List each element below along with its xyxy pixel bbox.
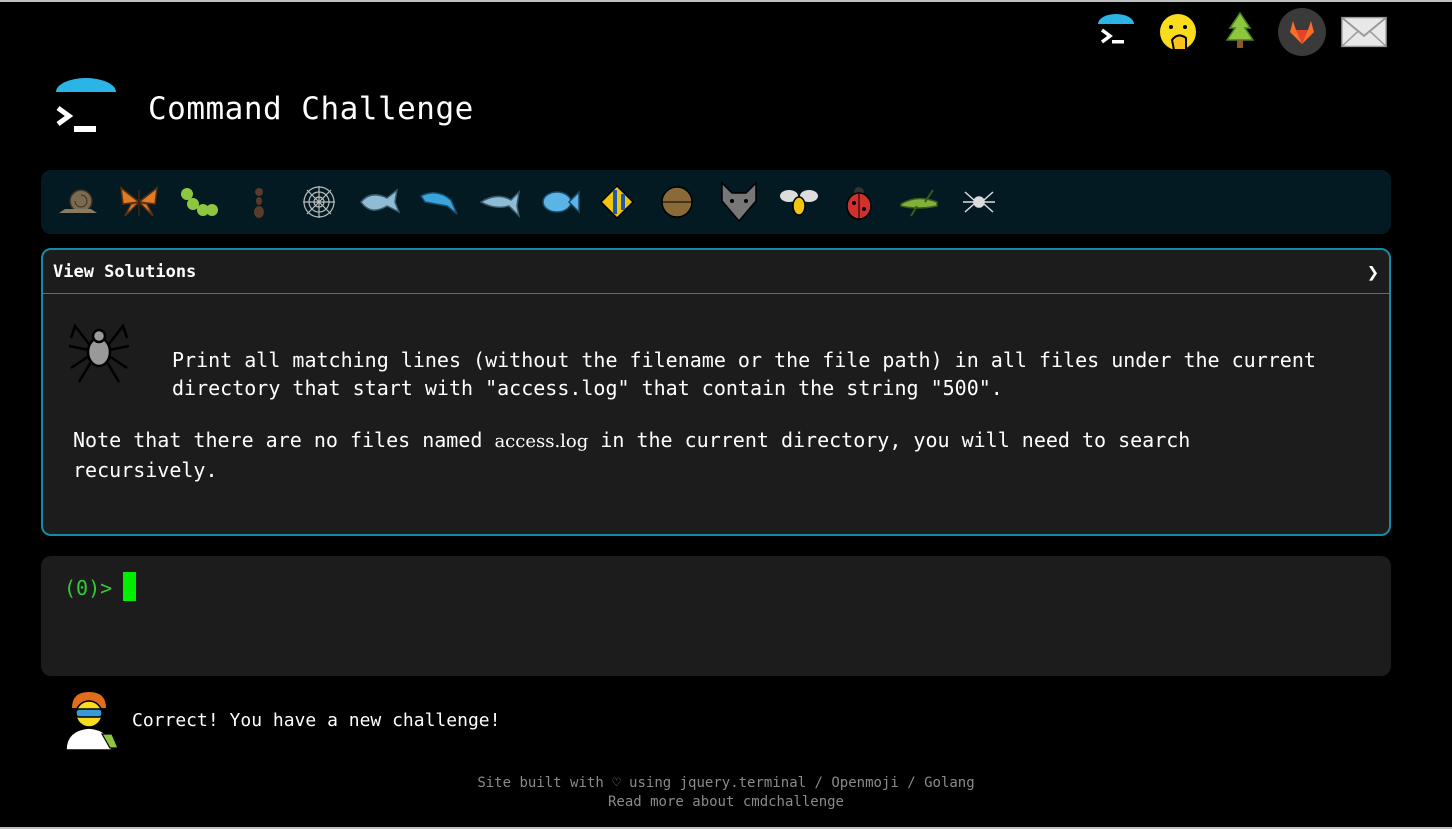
brand-header: Command Challenge: [52, 76, 474, 142]
caterpillar-icon[interactable]: [169, 174, 229, 230]
cricket-icon[interactable]: [889, 174, 949, 230]
christmas-tree-icon[interactable]: [1216, 8, 1264, 56]
status-text: Correct! You have a new challenge!: [132, 709, 501, 731]
note-code: access.log: [494, 431, 589, 452]
challenge-progress-bar: [41, 170, 1391, 234]
terminal-prompt: (0)>: [64, 576, 113, 600]
openmoji-link[interactable]: Openmoji: [831, 775, 898, 791]
footer-separator: /: [806, 775, 832, 791]
butterfly-icon[interactable]: [109, 174, 169, 230]
footer-line-1: Site built with ♡ using jquery.terminal …: [0, 774, 1452, 793]
view-solutions-label: View Solutions: [53, 261, 197, 282]
golang-link[interactable]: Golang: [924, 775, 975, 791]
jquery-terminal-link[interactable]: jquery.terminal: [680, 775, 806, 791]
blowfish-icon[interactable]: [649, 174, 709, 230]
footer-line-2: Read more about cmdchallenge: [0, 793, 1452, 812]
terminal-icon[interactable]: [1092, 8, 1140, 56]
snail-icon[interactable]: [49, 174, 109, 230]
footer-credit-text: Site built with ♡ using: [477, 775, 680, 791]
face-with-hand-over-mouth-icon[interactable]: [1154, 8, 1202, 56]
footer-separator: /: [898, 775, 925, 791]
tropical-fish-icon[interactable]: [589, 174, 649, 230]
terminal-cursor: [123, 572, 136, 601]
shark-icon[interactable]: [469, 174, 529, 230]
terminal-logo-icon[interactable]: [52, 76, 118, 142]
about-link[interactable]: cmdchallenge: [743, 794, 844, 810]
spider-icon[interactable]: [949, 174, 1009, 230]
fish-icon[interactable]: [529, 174, 589, 230]
challenge-description: Print all matching lines (without the fi…: [172, 348, 1316, 400]
dolphin-icon[interactable]: [409, 174, 469, 230]
envelope-icon[interactable]: [1340, 8, 1388, 56]
terminal-input[interactable]: (0)>: [41, 556, 1391, 676]
spider-web-icon[interactable]: [289, 174, 349, 230]
challenge-panel: View Solutions ❯ Print all matching line…: [41, 248, 1391, 536]
spider-icon: [67, 316, 131, 386]
view-solutions-toggle[interactable]: View Solutions ❯: [43, 250, 1389, 294]
gitlab-icon[interactable]: [1278, 8, 1326, 56]
status-message: Correct! You have a new challenge!: [58, 688, 500, 752]
scientist-avatar-icon: [58, 688, 120, 752]
challenge-note: Note that there are no files named acces…: [73, 426, 1313, 484]
page-title: Command Challenge: [148, 91, 474, 127]
note-text-start: Note that there are no files named: [73, 428, 495, 452]
ant-icon[interactable]: [229, 174, 289, 230]
footer-about-text: Read more about: [607, 794, 743, 810]
chevron-right-icon: ❯: [1366, 259, 1379, 284]
honeybee-icon[interactable]: [769, 174, 829, 230]
ladybug-icon[interactable]: [829, 174, 889, 230]
whale-icon[interactable]: [349, 174, 409, 230]
top-nav: [1092, 8, 1388, 56]
footer: Site built with ♡ using jquery.terminal …: [0, 774, 1452, 812]
wolf-icon[interactable]: [709, 174, 769, 230]
